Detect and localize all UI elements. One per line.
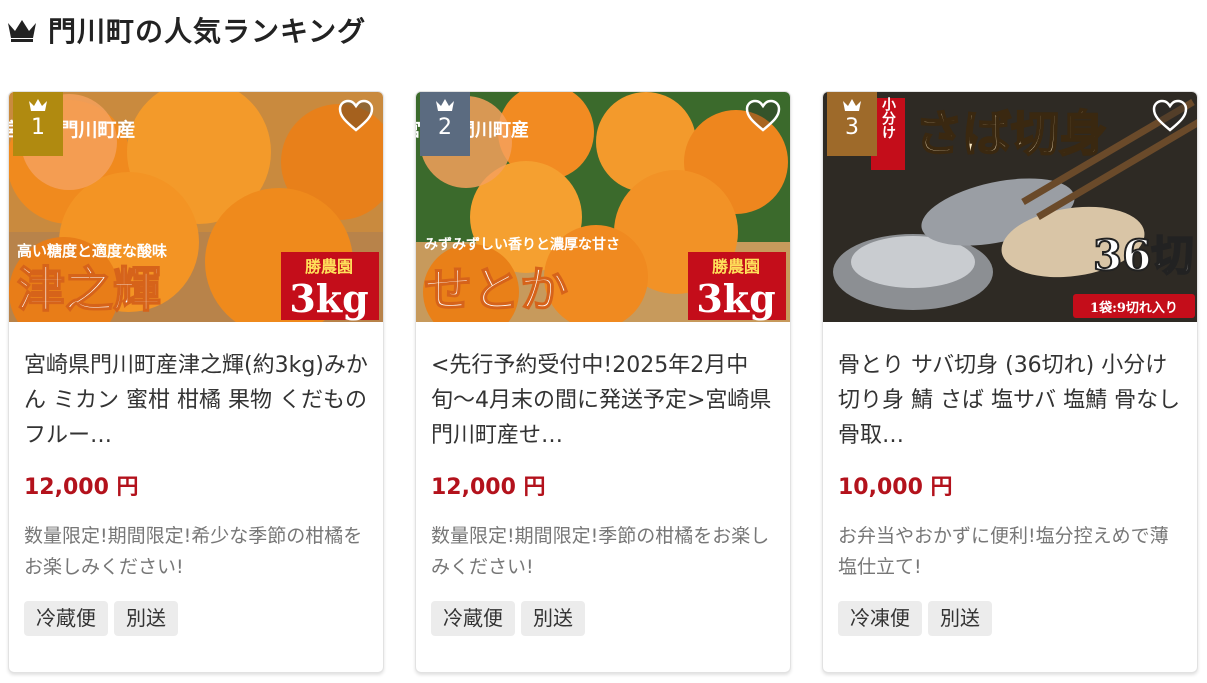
heart-icon[interactable] — [337, 98, 375, 134]
tagline-text: みずみずしい香りと濃厚な甘さ — [424, 236, 620, 253]
shipping-tag: 冷凍便 — [838, 601, 922, 636]
shipping-tag: 冷蔵便 — [431, 601, 515, 636]
ranking-list: 宮崎県門川町産 高い糖度と適度な酸味 津之輝 勝農園 3kg 1 宮崎県門川町産… — [8, 91, 1198, 673]
rank-number: 1 — [31, 115, 45, 140]
product-name-art: せとか — [424, 262, 568, 318]
subdivided-badge: 小分け — [880, 97, 896, 139]
product-card-2[interactable]: 宮崎県門川町産 みずみずしい香りと濃厚な甘さ せとか 勝農園 3kg 2 <先行… — [415, 91, 791, 673]
heart-icon[interactable] — [744, 98, 782, 134]
tag-list: 冷凍便 別送 — [838, 601, 992, 636]
saba-photo: 小分け さば切身 36切 1袋:9切れ入り — [823, 92, 1197, 322]
rank-badge: 1 — [13, 92, 63, 156]
farm-label: 勝農園 — [712, 257, 760, 276]
rank-number: 2 — [438, 115, 452, 140]
product-title[interactable]: <先行予約受付中!2025年2月中旬〜4月末の間に発送予定>宮崎県門川町産せ… — [431, 348, 775, 453]
rank-badge: 2 — [420, 92, 470, 156]
product-name-art: 津之輝 — [17, 262, 161, 318]
setoka-photo: 宮崎県門川町産 みずみずしい香りと濃厚な甘さ せとか 勝農園 3kg — [416, 92, 790, 322]
product-card-1[interactable]: 宮崎県門川町産 高い糖度と適度な酸味 津之輝 勝農園 3kg 1 宮崎県門川町産… — [8, 91, 384, 673]
crown-icon — [29, 99, 47, 111]
tsunokagayaki-photo: 宮崎県門川町産 高い糖度と適度な酸味 津之輝 勝農園 3kg — [9, 92, 383, 322]
product-image[interactable]: 宮崎県門川町産 みずみずしい香りと濃厚な甘さ せとか 勝農園 3kg 2 — [416, 92, 790, 322]
farm-label: 勝農園 — [305, 257, 353, 276]
count-label: 36切 — [1093, 231, 1193, 280]
product-card-3[interactable]: 小分け さば切身 36切 1袋:9切れ入り 3 骨とり サバ切身 (36切れ) … — [822, 91, 1198, 673]
tagline-text: 高い糖度と適度な酸味 — [17, 242, 167, 260]
product-title[interactable]: 骨とり サバ切身 (36切れ) 小分け 切り身 鯖 さば 塩サバ 塩鯖 骨なし … — [838, 348, 1182, 453]
product-name-art: さば切身 — [915, 106, 1107, 162]
shipping-tag: 冷蔵便 — [24, 601, 108, 636]
weight-label: 3kg — [696, 276, 775, 321]
crown-icon — [8, 20, 36, 42]
shipping-tag: 別送 — [114, 601, 178, 636]
product-description: 数量限定!期間限定!季節の柑橘をお楽しみください! — [431, 525, 770, 578]
product-price: 12,000 円 — [24, 475, 139, 500]
rank-badge: 3 — [827, 92, 877, 156]
heart-icon[interactable] — [1151, 98, 1189, 134]
product-description: お弁当やおかずに便利!塩分控えめで薄塩仕立て! — [838, 525, 1169, 578]
page-title: 門川町の人気ランキング — [48, 15, 367, 48]
product-image[interactable]: 小分け さば切身 36切 1袋:9切れ入り 3 — [823, 92, 1197, 322]
product-price: 12,000 円 — [431, 475, 546, 500]
product-image[interactable]: 宮崎県門川町産 高い糖度と適度な酸味 津之輝 勝農園 3kg 1 — [9, 92, 383, 322]
weight-label: 3kg — [289, 276, 368, 321]
crown-icon — [843, 99, 861, 111]
product-title[interactable]: 宮崎県門川町産津之輝(約3kg)みかん ミカン 蜜柑 柑橘 果物 くだもの フル… — [24, 348, 368, 453]
tag-list: 冷蔵便 別送 — [24, 601, 178, 636]
shipping-tag: 別送 — [928, 601, 992, 636]
rank-number: 3 — [845, 115, 859, 140]
crown-icon — [436, 99, 454, 111]
ranking-heading: 門川町の人気ランキング — [6, 10, 366, 50]
product-price: 10,000 円 — [838, 475, 953, 500]
pack-label: 1袋:9切れ入り — [1090, 300, 1178, 316]
tag-list: 冷蔵便 別送 — [431, 601, 585, 636]
product-description: 数量限定!期間限定!希少な季節の柑橘をお楽しみください! — [24, 525, 363, 578]
shipping-tag: 別送 — [521, 601, 585, 636]
